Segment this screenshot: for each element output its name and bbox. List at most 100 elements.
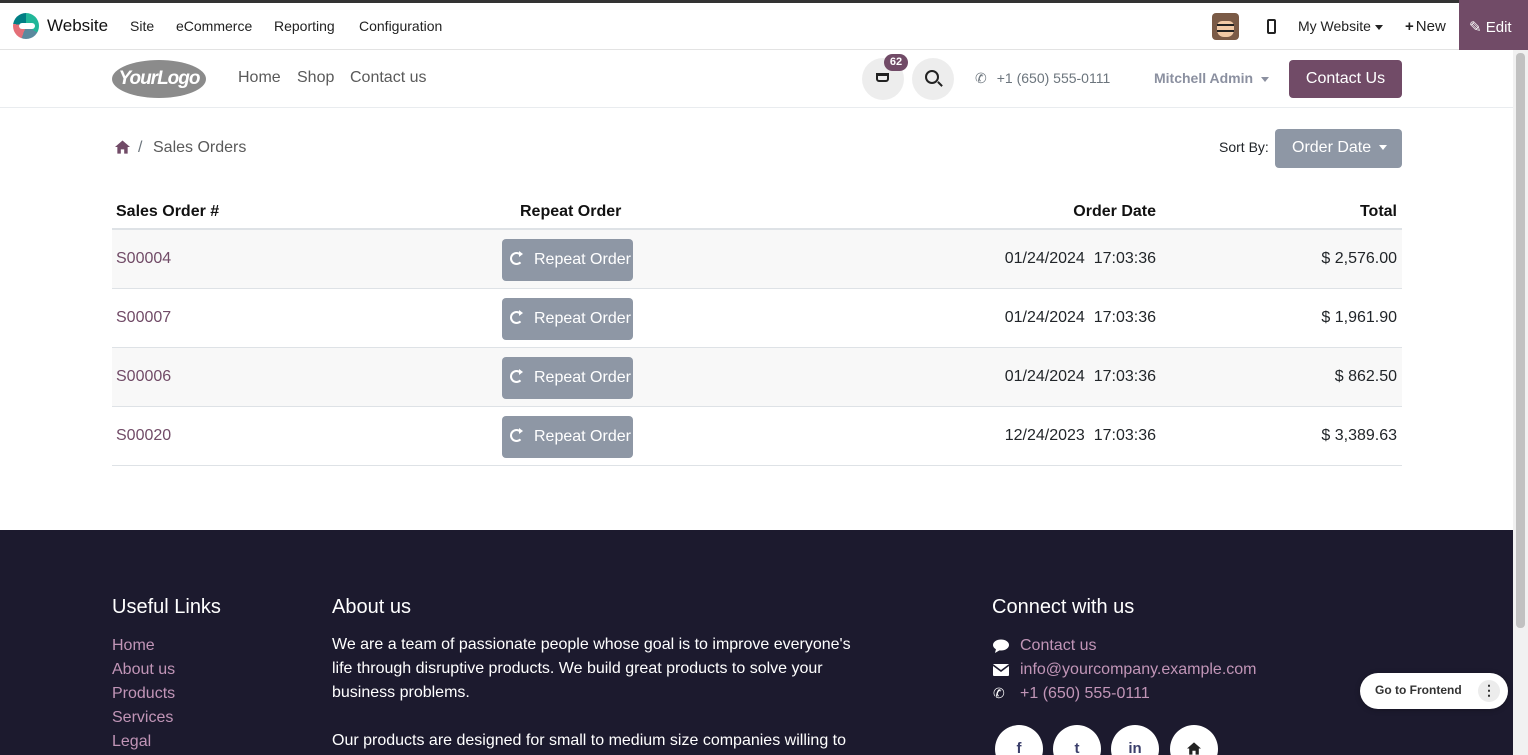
order-link[interactable]: S00004 (116, 250, 171, 268)
contact-us-button[interactable]: Contact Us (1289, 60, 1402, 98)
phone-icon: ✆ (975, 70, 987, 86)
header-phone-number: +1 (650) 555-0111 (996, 70, 1111, 86)
refresh-icon (510, 428, 523, 442)
edit-button-label: Edit (1485, 19, 1512, 36)
comment-icon (993, 639, 1009, 653)
column-header-total: Total (1359, 203, 1397, 220)
edit-button[interactable]: ✎ Edit (1459, 0, 1528, 50)
repeat-order-label: Repeat Order (534, 310, 631, 327)
refresh-icon (510, 310, 523, 324)
search-icon (925, 70, 939, 84)
website-header: YourLogo Home Shop Contact us 62 ✆ +1 (65… (0, 50, 1513, 108)
search-button[interactable] (912, 58, 954, 100)
footer-link-products[interactable]: Products (112, 685, 175, 703)
order-total: $ 1,961.90 (1321, 309, 1397, 326)
useful-links-heading: Useful Links (112, 596, 221, 618)
footer-link-home[interactable]: Home (112, 637, 155, 655)
new-button[interactable]: + New (1405, 18, 1446, 35)
sort-dropdown-value: Order Date (1292, 139, 1372, 156)
connect-contact-link[interactable]: Contact us (1020, 637, 1096, 655)
sort-dropdown[interactable]: Order Date (1275, 129, 1402, 168)
home-icon (1187, 742, 1201, 755)
nav-home[interactable]: Home (238, 69, 281, 87)
home-icon[interactable] (115, 140, 130, 154)
sort-by-label: Sort By: (1219, 139, 1269, 155)
column-header-order: Sales Order # (116, 203, 220, 220)
order-link[interactable]: S00007 (116, 309, 171, 327)
envelope-icon (993, 664, 1009, 676)
repeat-order-button[interactable]: Repeat Order (502, 239, 633, 281)
user-menu[interactable]: Mitchell Admin (1154, 70, 1270, 86)
cart-icon (876, 73, 889, 82)
mobile-preview-icon[interactable] (1267, 19, 1276, 34)
order-total: $ 862.50 (1334, 368, 1397, 385)
order-date: 01/24/2024 17:03:36 (1004, 368, 1156, 385)
repeat-order-label: Repeat Order (534, 428, 631, 445)
cart-button[interactable]: 62 (862, 54, 908, 100)
linkedin-icon[interactable]: in (1111, 725, 1159, 755)
menu-configuration[interactable]: Configuration (359, 18, 442, 34)
table-row: S00020 Repeat Order 12/24/2023 17:03:36 … (112, 407, 1402, 466)
breadcrumb-current: Sales Orders (153, 139, 247, 156)
new-button-label: New (1415, 18, 1446, 35)
order-date: 01/24/2024 17:03:36 (1004, 250, 1156, 267)
app-name[interactable]: Website (47, 16, 108, 36)
connect-phone-link[interactable]: +1 (650) 555-0111 (1020, 685, 1150, 703)
repeat-order-label: Repeat Order (534, 369, 631, 386)
home-social-icon[interactable] (1170, 725, 1218, 755)
footer-link-legal[interactable]: Legal (112, 733, 151, 751)
refresh-icon (510, 251, 523, 265)
order-date: 12/24/2023 17:03:36 (1004, 427, 1156, 444)
menu-reporting[interactable]: Reporting (274, 18, 335, 34)
about-paragraph-2: Our products are designed for small to m… (332, 732, 847, 749)
chevron-down-icon (1261, 76, 1270, 82)
connect-heading: Connect with us (992, 596, 1135, 618)
order-link[interactable]: S00020 (116, 427, 171, 445)
plus-icon: + (1405, 18, 1414, 35)
footer-link-services[interactable]: Services (112, 709, 173, 727)
repeat-order-button[interactable]: Repeat Order (502, 416, 633, 458)
chevron-down-icon (1374, 24, 1383, 30)
phone-icon: ✆ (993, 685, 1005, 701)
table-row: S00006 Repeat Order 01/24/2024 17:03:36 … (112, 348, 1402, 407)
page-scrollbar[interactable] (1513, 50, 1528, 755)
about-paragraph: We are a team of passionate people whose… (332, 636, 851, 701)
order-date: 01/24/2024 17:03:36 (1004, 309, 1156, 326)
go-to-frontend-button[interactable]: Go to Frontend (1375, 683, 1462, 697)
scrollbar-thumb[interactable] (1516, 53, 1525, 628)
repeat-order-label: Repeat Order (534, 251, 631, 268)
column-header-repeat: Repeat Order (520, 203, 622, 220)
chevron-down-icon (1379, 145, 1388, 151)
facebook-icon[interactable]: f (995, 725, 1043, 755)
menu-site[interactable]: Site (130, 18, 154, 34)
refresh-icon (510, 369, 523, 383)
repeat-order-button[interactable]: Repeat Order (502, 298, 633, 340)
column-header-date: Order Date (1073, 203, 1156, 220)
twitter-icon[interactable]: t (1053, 725, 1101, 755)
order-total: $ 3,389.63 (1321, 427, 1397, 444)
nav-shop[interactable]: Shop (297, 69, 334, 87)
website-selector-label: My Website (1298, 18, 1371, 34)
site-logo[interactable]: YourLogo (112, 60, 206, 98)
connect-email-link[interactable]: info@yourcompany.example.com (1020, 661, 1257, 679)
menu-ecommerce[interactable]: eCommerce (176, 18, 252, 34)
footer-link-about[interactable]: About us (112, 661, 175, 679)
repeat-order-button[interactable]: Repeat Order (502, 357, 633, 399)
breadcrumb-separator: / (138, 139, 143, 156)
odoo-app-icon[interactable] (13, 13, 39, 39)
user-avatar[interactable] (1212, 13, 1239, 40)
table-row: S00004 Repeat Order 01/24/2024 17:03:36 … (112, 230, 1402, 289)
table-row: S00007 Repeat Order 01/24/2024 17:03:36 … (112, 289, 1402, 348)
pencil-icon: ✎ (1469, 19, 1482, 36)
website-selector[interactable]: My Website (1298, 18, 1383, 34)
admin-topbar: Website Site eCommerce Reporting Configu… (0, 0, 1528, 50)
kebab-menu-icon[interactable]: ⋮ (1478, 680, 1500, 702)
nav-contact-us[interactable]: Contact us (350, 69, 426, 87)
go-to-frontend-pill: Go to Frontend ⋮ (1360, 673, 1508, 709)
order-link[interactable]: S00006 (116, 368, 171, 386)
header-phone[interactable]: ✆ +1 (650) 555-0111 (975, 70, 1110, 87)
user-name: Mitchell Admin (1154, 70, 1254, 86)
site-footer: Useful Links Home About us Products Serv… (0, 530, 1513, 755)
order-total: $ 2,576.00 (1321, 250, 1397, 267)
cart-count-badge: 62 (884, 54, 908, 71)
